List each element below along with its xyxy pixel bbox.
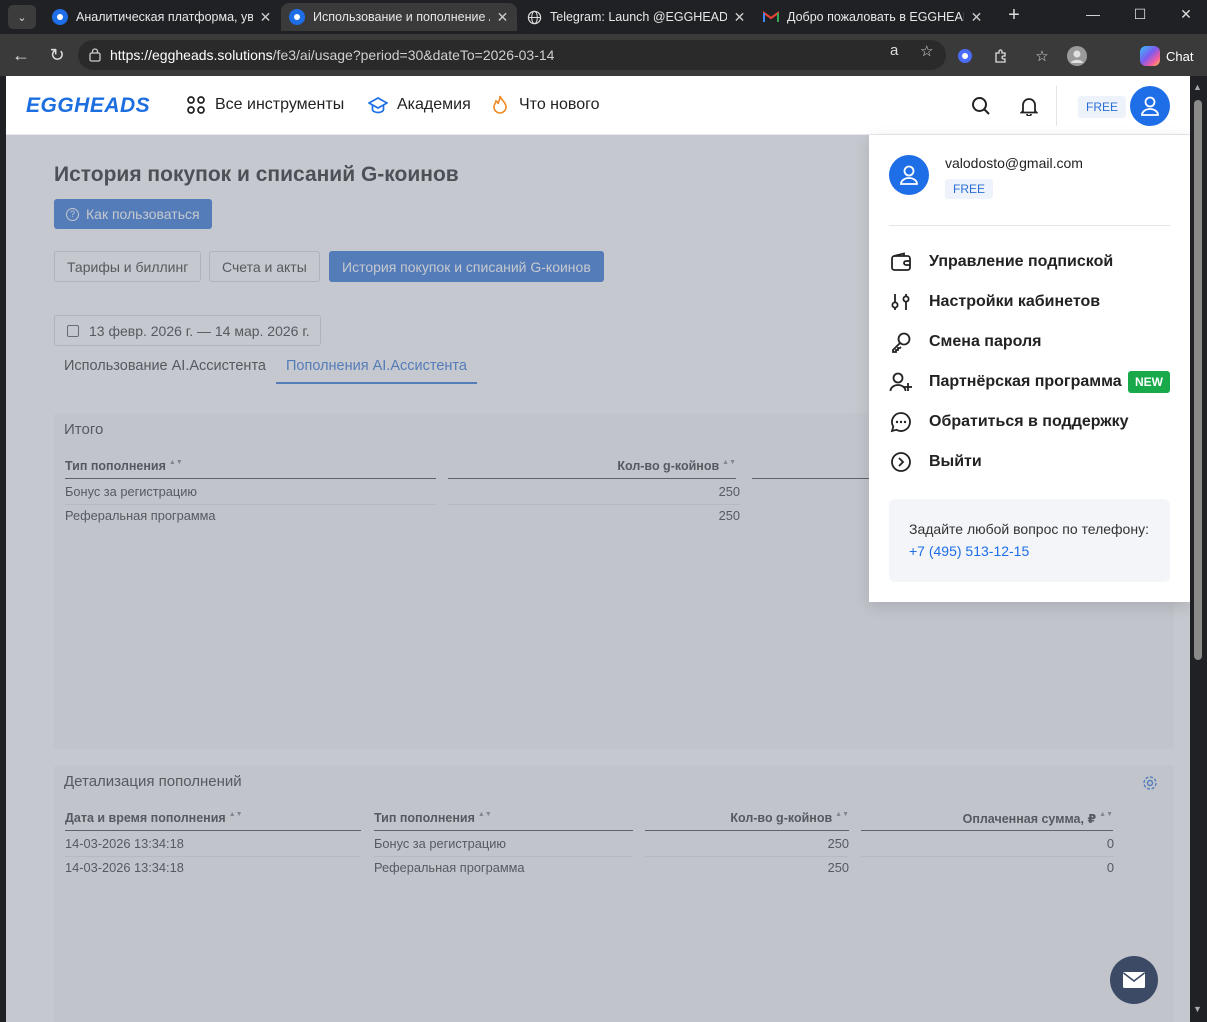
search-icon[interactable] [969,94,993,118]
user-menu-dropdown: valodosto@gmail.com FREE Управление подп… [869,135,1190,602]
favorites-icon[interactable]: ☆ [1031,45,1053,67]
header-divider [1056,86,1057,126]
menu-divider [889,225,1170,226]
support-phone-link[interactable]: +7 (495) 513-12-15 [909,543,1150,559]
user-plan-badge: FREE [945,179,994,199]
gmail-icon [763,9,779,25]
grid-icon [186,95,206,115]
page-viewport: EGGHEADS Все инструменты Академия Что но… [6,76,1190,1022]
tab-title: Добро пожаловать в EGGHEADS [787,10,964,24]
menu-item-label: Настройки кабинетов [929,293,1101,310]
address-bar[interactable]: https://eggheads.solutions/fe3/ai/usage?… [78,40,946,70]
menu-item-subscription[interactable]: Управление подпиской [889,248,1170,276]
nav-whats-new[interactable]: Что нового [490,95,600,115]
back-arrow-icon[interactable]: ← [10,44,32,66]
eggheads-logo[interactable]: EGGHEADS [26,94,150,118]
copilot-chat-button[interactable]: Chat [1140,44,1193,68]
user-plus-icon [889,370,913,394]
nav-all-tools[interactable]: Все инструменты [186,95,344,115]
bell-icon[interactable] [1017,94,1041,118]
tab-title: Telegram: Launch @EGGHEADSM [550,10,727,24]
logout-icon [889,450,913,474]
url-path: /fe3/ai/usage?period=30&dateTo=2026-03-1… [272,47,555,63]
window-close-icon[interactable]: ✕ [1176,6,1196,23]
nav-label: Академия [397,96,471,113]
reload-icon[interactable]: ↻ [46,44,68,66]
menu-item-label: Управление подпиской [929,253,1114,270]
site-header: EGGHEADS Все инструменты Академия Что но… [6,76,1190,135]
tab-actions-menu-button[interactable]: ⌄ [8,5,36,29]
browser-tab[interactable]: Добро пожаловать в EGGHEADS ✕ [755,3,991,31]
nav-label: Что нового [519,96,600,113]
support-chat-button[interactable] [1110,956,1158,1004]
maximize-icon[interactable]: ☐ [1130,6,1150,23]
user-icon [900,165,918,185]
menu-item-label: Выйти [929,453,982,470]
user-icon [1141,96,1159,116]
menu-item-partner-program[interactable]: Партнёрская программа NEW [889,368,1170,396]
tab-close-icon[interactable]: ✕ [259,9,272,26]
browser-tab[interactable]: Telegram: Launch @EGGHEADSM ✕ [518,3,754,31]
copilot-icon [1140,46,1160,66]
nav-academy[interactable]: Академия [368,95,471,115]
menu-item-label: Партнёрская программа [929,373,1122,390]
menu-item-cabinet-settings[interactable]: Настройки кабинетов [889,288,1170,316]
chat-bubble-icon [889,410,913,434]
scrollbar-thumb[interactable] [1194,100,1202,660]
envelope-icon [1123,972,1145,988]
phone-help-box: Задайте любой вопрос по телефону: +7 (49… [889,499,1170,582]
minimize-icon[interactable]: — [1083,6,1103,22]
user-avatar-button[interactable] [1130,86,1170,126]
site-info-icon[interactable] [88,48,102,62]
menu-item-label: Обратиться в поддержку [929,413,1129,430]
chat-label: Chat [1166,48,1194,64]
scroll-up-arrow-icon[interactable]: ▲ [1193,82,1202,92]
browser-tab-active[interactable]: Использование и пополнение AI ✕ [281,3,517,31]
menu-item-logout[interactable]: Выйти [889,448,1170,476]
tab-title: Аналитическая платформа, увел [76,10,253,24]
wallet-icon [889,250,913,274]
address-toolbar: ← ↻ https://eggheads.solutions/fe3/ai/us… [0,34,1207,76]
flame-icon [490,95,510,115]
browser-extension-icon[interactable] [954,45,976,67]
help-text: Задайте любой вопрос по телефону: [909,521,1149,537]
plan-badge[interactable]: FREE [1078,96,1127,118]
tab-close-icon[interactable]: ✕ [496,9,509,26]
eggheads-favicon-icon [289,9,305,25]
sliders-icon [889,290,913,314]
new-badge: NEW [1128,371,1170,393]
menu-item-change-password[interactable]: Смена пароля [889,328,1170,356]
menu-avatar [889,155,929,195]
nav-label: Все инструменты [215,96,345,113]
browser-tab[interactable]: Аналитическая платформа, увел ✕ [44,3,280,31]
graduation-cap-icon [368,95,388,115]
tab-close-icon[interactable]: ✕ [970,9,983,26]
translate-icon[interactable]: a [890,42,898,59]
profile-icon[interactable] [1066,45,1088,67]
browser-tab-strip: ⌄ Аналитическая платформа, увел ✕ Исполь… [0,0,1207,34]
menu-item-contact-support[interactable]: Обратиться в поддержку [889,408,1170,436]
page-scrollbar[interactable]: ▲ ▼ [1190,76,1207,1022]
user-email: valodosto@gmail.com [945,155,1083,171]
extensions-puzzle-icon[interactable] [990,45,1012,67]
scroll-down-arrow-icon[interactable]: ▼ [1193,1004,1202,1014]
menu-item-label: Смена пароля [929,333,1042,350]
key-icon [889,330,913,354]
tab-title: Использование и пополнение AI [313,10,490,24]
url-host: https://eggheads.solutions [110,47,273,63]
tab-close-icon[interactable]: ✕ [733,9,746,26]
new-tab-plus-icon[interactable]: + [1003,5,1025,27]
globe-icon [526,9,542,25]
favorite-star-icon[interactable]: ☆ [920,42,933,60]
eggheads-favicon-icon [52,9,68,25]
